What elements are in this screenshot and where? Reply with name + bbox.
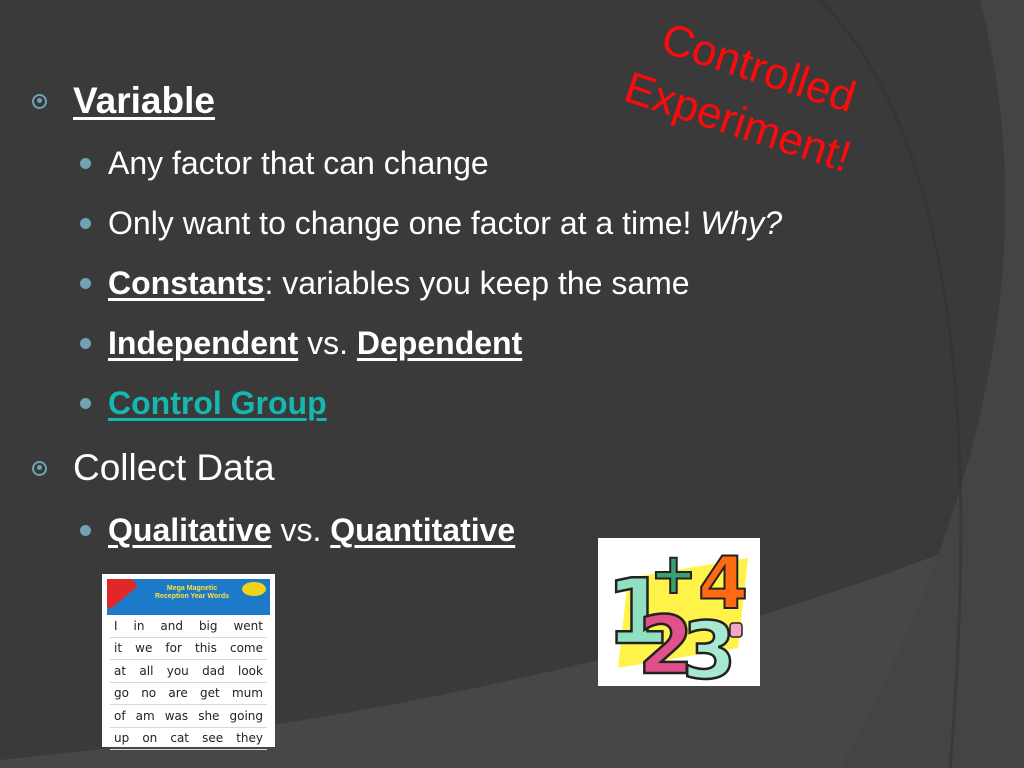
number-3-glyph: 3 <box>682 607 736 686</box>
term-constants: Constants <box>108 265 265 301</box>
term-dependent: Dependent <box>356 325 523 361</box>
magnet-word: in <box>133 618 145 633</box>
list-item: Independent vs. Dependent <box>80 325 522 362</box>
word-row: at all you dad look <box>110 660 267 683</box>
list-item: Control Group <box>80 385 327 422</box>
magnet-word: see <box>202 731 224 746</box>
heading-text: Collect Data <box>73 447 275 488</box>
magnet-pack-header: Mega Magnetic Reception Year Words <box>107 579 270 615</box>
dot-bullet-icon <box>80 338 91 349</box>
dot-bullet-icon <box>80 398 91 409</box>
magnet-word: come <box>229 641 263 656</box>
magnet-word: going <box>229 708 263 723</box>
magnet-word: no <box>141 686 157 701</box>
item-text: : variables you keep the same <box>264 265 690 301</box>
item-emphasis: Why? <box>700 205 783 241</box>
magnet-word: we <box>135 641 153 656</box>
magnet-word: big <box>198 618 218 633</box>
word-row: of am was she going <box>110 705 267 728</box>
magnet-word: get <box>200 686 220 701</box>
word-grid: Iin and big went it we for this come at all you dad l… <box>110 615 267 750</box>
magnet-word: dad <box>202 663 225 678</box>
callout-text: Controlled Experiment! <box>619 10 876 187</box>
item-text: Only want to change one factor at a time… <box>108 205 701 241</box>
plus-glyph: + <box>650 542 697 607</box>
magnet-word: she <box>198 708 220 723</box>
magnet-word: they <box>236 731 263 746</box>
list-item: Qualitative vs. Quantitative <box>80 512 515 549</box>
heading-text: Variable <box>73 80 215 121</box>
magnet-word: I <box>114 618 118 633</box>
word-row: up on cat see they <box>110 728 267 750</box>
magnet-word: at <box>114 663 127 678</box>
word-row: it we for this come <box>110 638 267 660</box>
magnet-word: on <box>142 731 158 746</box>
dot-bullet-icon <box>80 525 91 536</box>
dot-bullet-icon <box>80 158 91 169</box>
target-bullet-icon <box>32 460 47 476</box>
magnet-word: all <box>139 663 154 678</box>
magnet-word: was <box>164 708 189 723</box>
magnet-word: look <box>238 663 263 678</box>
magnet-word: am <box>135 708 155 723</box>
pink-dot-shape <box>729 622 743 638</box>
magnetic-words-image: Mega Magnetic Reception Year Words Iin an… <box>102 574 275 750</box>
separator: vs. <box>298 325 357 361</box>
magnet-word: mum <box>231 686 263 701</box>
magnet-word: you <box>166 663 189 678</box>
term-qualitative: Qualitative <box>108 512 272 548</box>
term-independent: Independent <box>108 325 299 361</box>
word-row: Iin and big went <box>110 615 267 638</box>
dot-bullet-icon <box>80 278 91 289</box>
target-bullet-icon <box>32 93 47 109</box>
magnet-word: for <box>165 641 182 656</box>
magnet-word: go <box>114 686 129 701</box>
word-row: go no are get mum <box>110 683 267 705</box>
list-item: Only want to change one factor at a time… <box>80 205 782 242</box>
numbers-clipart-image: 1 + 4 2 3 <box>598 538 760 698</box>
magnet-word: it <box>114 641 123 656</box>
magnet-word: and <box>160 618 183 633</box>
item-text: Any factor that can change <box>108 145 489 181</box>
magnet-word: cat <box>170 731 189 746</box>
list-item: Any factor that can change <box>80 145 489 182</box>
heading-collect-data: Collect Data <box>32 447 275 489</box>
heading-variable: Variable <box>32 80 215 122</box>
term-quantitative: Quantitative <box>330 512 516 548</box>
reception-corner-banner <box>107 579 138 610</box>
magnet-word: this <box>194 641 217 656</box>
magnet-word: went <box>233 618 263 633</box>
magnet-pack-badge-icon <box>242 582 266 596</box>
separator: vs. <box>271 512 331 548</box>
list-item: Constants : variables you keep the same <box>80 265 690 302</box>
magnet-word: up <box>114 731 130 746</box>
dot-bullet-icon <box>80 218 91 229</box>
magnet-pack-title: Mega Magnetic Reception Year Words <box>154 585 230 600</box>
slide: Controlled Experiment! Variable Any fact… <box>0 0 1024 768</box>
magnet-word: are <box>168 686 188 701</box>
control-group-link[interactable]: Control Group <box>108 385 327 422</box>
magnet-word: of <box>114 708 126 723</box>
